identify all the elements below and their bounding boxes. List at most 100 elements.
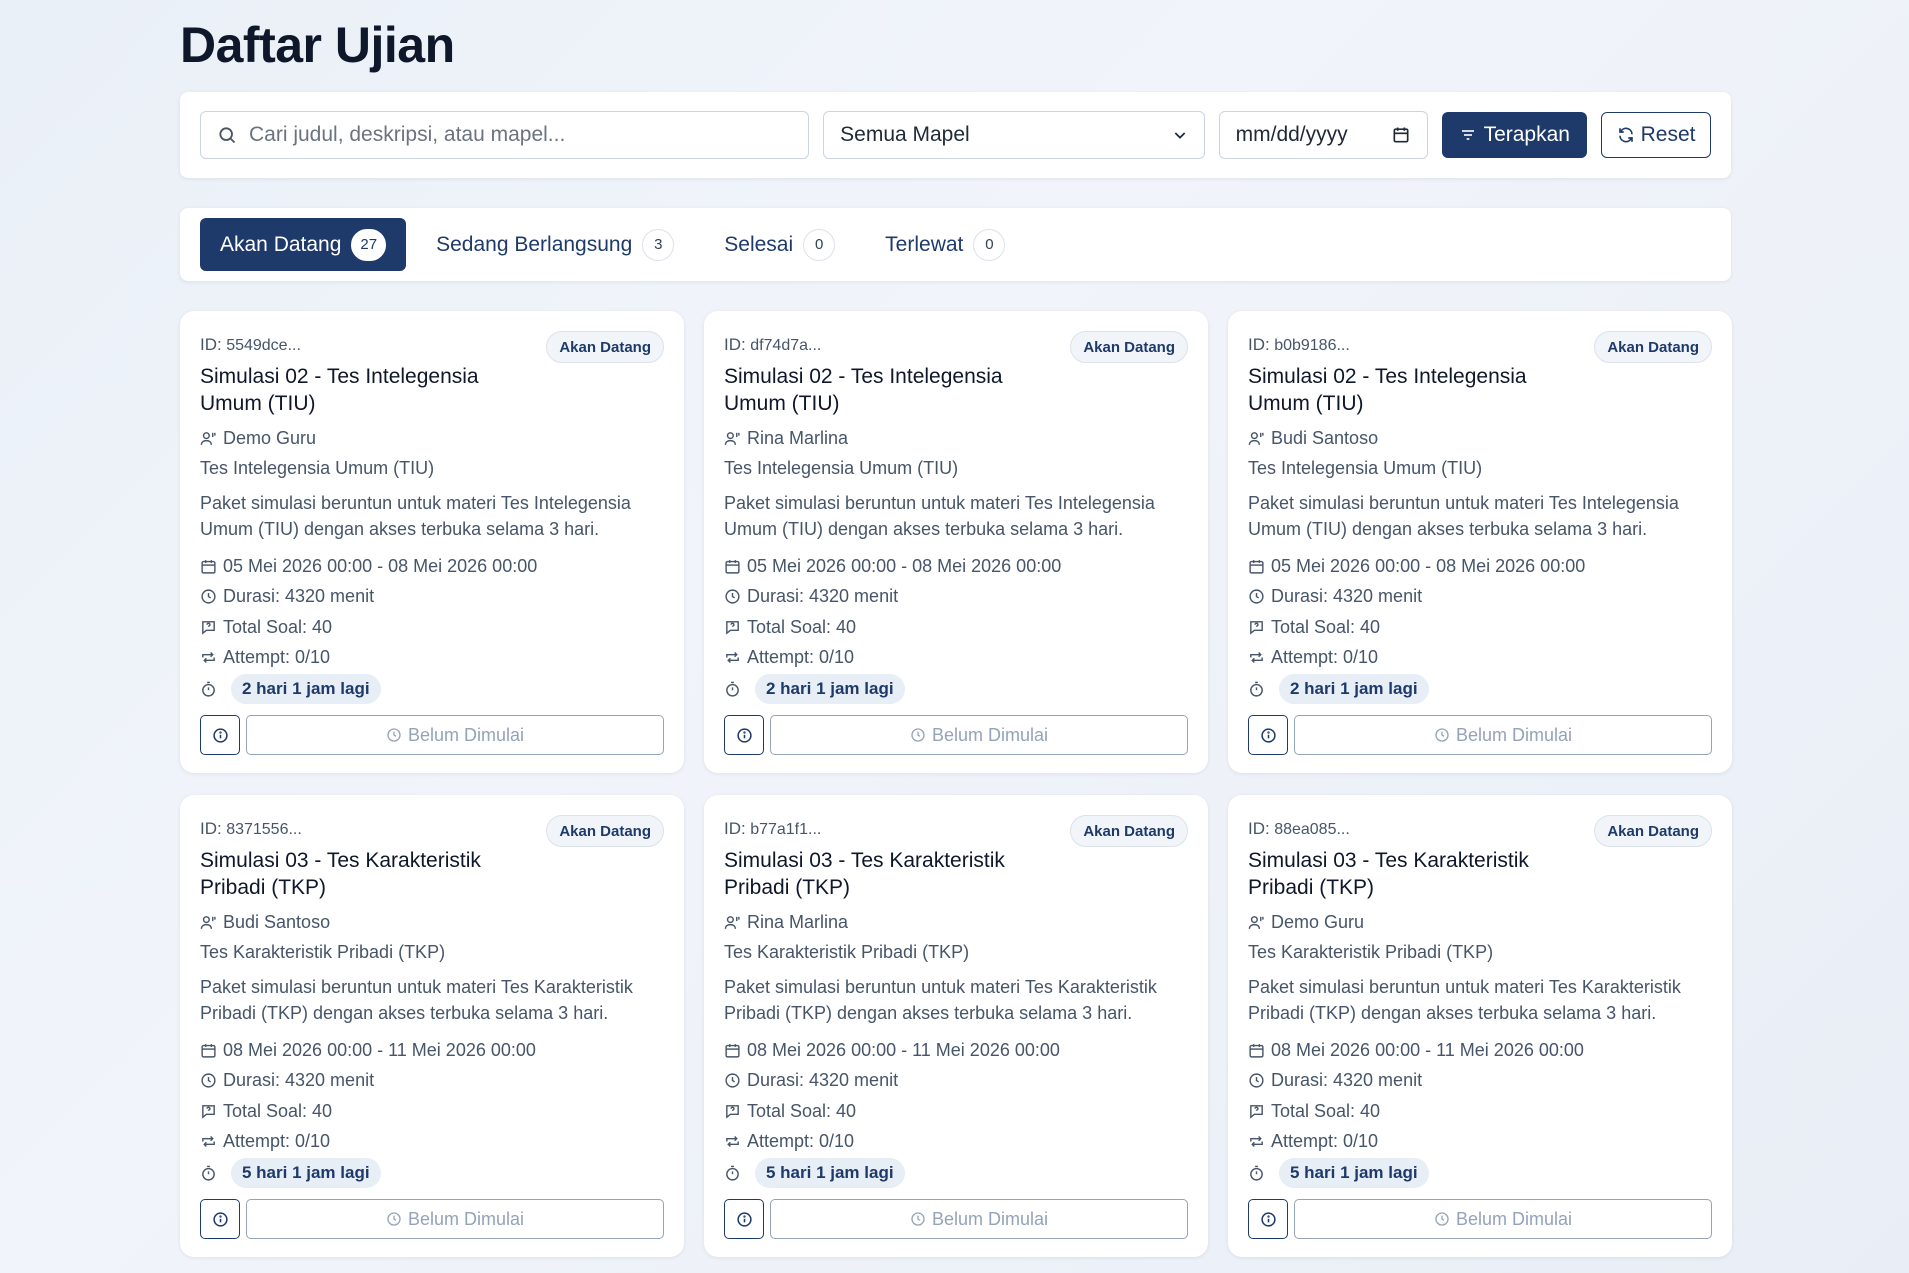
start-exam-label: Belum Dimulai	[407, 724, 525, 745]
info-icon	[736, 727, 752, 743]
exam-id-value: b77a1f1...	[750, 821, 822, 838]
exam-meta: 05 Mei 2026 00:00 - 08 Mei 2026 00:00 Du…	[724, 551, 1188, 705]
chevron-down-icon	[1174, 132, 1185, 139]
exam-duration: Durasi: 4320 menit	[200, 1066, 664, 1097]
info-icon	[212, 1211, 228, 1227]
clock-icon	[201, 589, 216, 604]
refresh-icon	[1618, 127, 1633, 143]
exam-countdown: 2 hari 1 jam lagi	[1248, 674, 1712, 705]
exam-meta: 05 Mei 2026 00:00 - 08 Mei 2026 00:00 Du…	[200, 551, 664, 705]
card-actions: Belum Dimulai	[1248, 715, 1712, 755]
exam-total-questions: Total Soal: 40	[724, 612, 1188, 643]
exam-subject: Tes Intelegensia Umum (TIU)	[724, 457, 959, 478]
exam-id-value: 88ea085...	[1274, 821, 1350, 838]
reset-button[interactable]: Reset	[1601, 112, 1711, 158]
apply-button-label: Terapkan	[1483, 123, 1570, 146]
question-icon	[1250, 620, 1263, 635]
card-actions: Belum Dimulai	[724, 1199, 1188, 1239]
clock-icon	[387, 728, 401, 742]
start-exam-button[interactable]: Belum Dimulai	[1294, 1199, 1712, 1239]
clock-icon	[1249, 589, 1264, 604]
tab-terlewat[interactable]: Terlewat 0	[865, 218, 1025, 271]
exam-teacher: Demo Guru	[1248, 909, 1712, 935]
timer-icon	[726, 681, 739, 697]
exam-total-questions: Total Soal: 40	[1248, 1096, 1712, 1127]
tab-label: Akan Datang	[220, 232, 342, 256]
duration-text: Durasi: 4320 menit	[223, 1070, 375, 1091]
tab-count-badge: 0	[803, 228, 836, 261]
tab-label: Selesai	[724, 232, 794, 256]
attempt-text: Attempt: 0/10	[747, 647, 855, 668]
tab-sedang-berlangsung[interactable]: Sedang Berlangsung 3	[416, 218, 694, 271]
start-exam-button[interactable]: Belum Dimulai	[770, 1199, 1188, 1239]
exam-id-label: ID:	[724, 819, 746, 838]
duration-text: Durasi: 4320 menit	[1271, 1070, 1423, 1091]
exam-attempt: Attempt: 0/10	[724, 1127, 1188, 1158]
duration-text: Durasi: 4320 menit	[223, 586, 375, 607]
start-exam-label: Belum Dimulai	[407, 1208, 525, 1229]
calendar-icon[interactable]	[1391, 125, 1411, 145]
info-button[interactable]	[1248, 715, 1288, 755]
start-exam-button[interactable]: Belum Dimulai	[1294, 715, 1712, 755]
clock-icon	[1249, 1073, 1264, 1088]
duration-text: Durasi: 4320 menit	[747, 586, 899, 607]
exam-id-label: ID:	[1248, 819, 1270, 838]
card-actions: Belum Dimulai	[724, 715, 1188, 755]
date-placeholder: mm/dd/yyyy	[1235, 123, 1348, 146]
search-field[interactable]	[200, 111, 810, 159]
exam-meta: 08 Mei 2026 00:00 - 11 Mei 2026 00:00 Du…	[200, 1035, 664, 1189]
clock-icon	[911, 1212, 925, 1226]
attempt-text: Attempt: 0/10	[223, 1131, 331, 1152]
info-button[interactable]	[200, 1199, 240, 1239]
question-icon	[202, 1104, 215, 1119]
countdown-badge: 2 hari 1 jam lagi	[755, 674, 905, 705]
info-button[interactable]	[724, 1199, 764, 1239]
exam-subject: Tes Karakteristik Pribadi (TKP)	[200, 941, 446, 962]
timer-icon	[202, 1165, 215, 1181]
start-exam-button[interactable]: Belum Dimulai	[246, 715, 664, 755]
exam-teacher: Demo Guru	[200, 425, 664, 451]
apply-button[interactable]: Terapkan	[1442, 112, 1588, 158]
total-questions-text: Total Soal: 40	[1271, 616, 1381, 637]
subject-select[interactable]: Semua Mapel	[823, 111, 1205, 159]
info-button[interactable]	[200, 715, 240, 755]
date-input[interactable]: mm/dd/yyyy	[1218, 111, 1429, 159]
question-icon	[202, 620, 215, 635]
exam-subject: Tes Intelegensia Umum (TIU)	[1248, 457, 1483, 478]
tab-akan-datang[interactable]: Akan Datang 27	[200, 218, 407, 271]
countdown-badge: 2 hari 1 jam lagi	[1279, 674, 1429, 705]
user-icon	[724, 915, 740, 929]
card-actions: Belum Dimulai	[200, 1199, 664, 1239]
start-exam-button[interactable]: Belum Dimulai	[770, 715, 1188, 755]
exam-description: Paket simulasi beruntun untuk materi Tes…	[200, 493, 631, 539]
exam-teacher: Rina Marlina	[724, 909, 1188, 935]
total-questions-text: Total Soal: 40	[747, 1100, 857, 1121]
exam-card: ID: df74d7a... Akan Datang Simulasi 02 -…	[704, 311, 1208, 773]
exam-id-value: b0b9186...	[1274, 337, 1350, 354]
exam-total-questions: Total Soal: 40	[200, 1096, 664, 1127]
teacher-name: Rina Marlina	[747, 427, 849, 448]
repeat-icon	[202, 1136, 215, 1148]
start-exam-button[interactable]: Belum Dimulai	[246, 1199, 664, 1239]
calendar-icon	[1249, 559, 1264, 574]
exam-description: Paket simulasi beruntun untuk materi Tes…	[724, 493, 1155, 539]
exam-countdown: 5 hari 1 jam lagi	[200, 1158, 664, 1189]
info-button[interactable]	[724, 715, 764, 755]
exam-id-value: 8371556...	[226, 821, 302, 838]
clock-icon	[1435, 1212, 1449, 1226]
exam-countdown: 2 hari 1 jam lagi	[200, 674, 664, 705]
schedule-text: 05 Mei 2026 00:00 - 08 Mei 2026 00:00	[1271, 555, 1586, 576]
info-button[interactable]	[1248, 1199, 1288, 1239]
tab-selesai[interactable]: Selesai 0	[704, 218, 855, 271]
exam-teacher: Budi Santoso	[1248, 425, 1712, 451]
exam-card: ID: b0b9186... Akan Datang Simulasi 02 -…	[1228, 311, 1732, 773]
calendar-icon	[725, 559, 740, 574]
status-badge: Akan Datang	[1594, 815, 1712, 847]
exam-subject: Tes Intelegensia Umum (TIU)	[200, 457, 435, 478]
search-input[interactable]	[249, 123, 789, 147]
start-exam-label: Belum Dimulai	[1455, 724, 1573, 745]
page: Daftar Ujian Semua Mapel mm/dd/yyyy Tera…	[180, 0, 1732, 1257]
exam-description: Paket simulasi beruntun untuk materi Tes…	[200, 977, 633, 1023]
exam-id-value: 5549dce...	[226, 337, 301, 354]
timer-icon	[1250, 1165, 1263, 1181]
